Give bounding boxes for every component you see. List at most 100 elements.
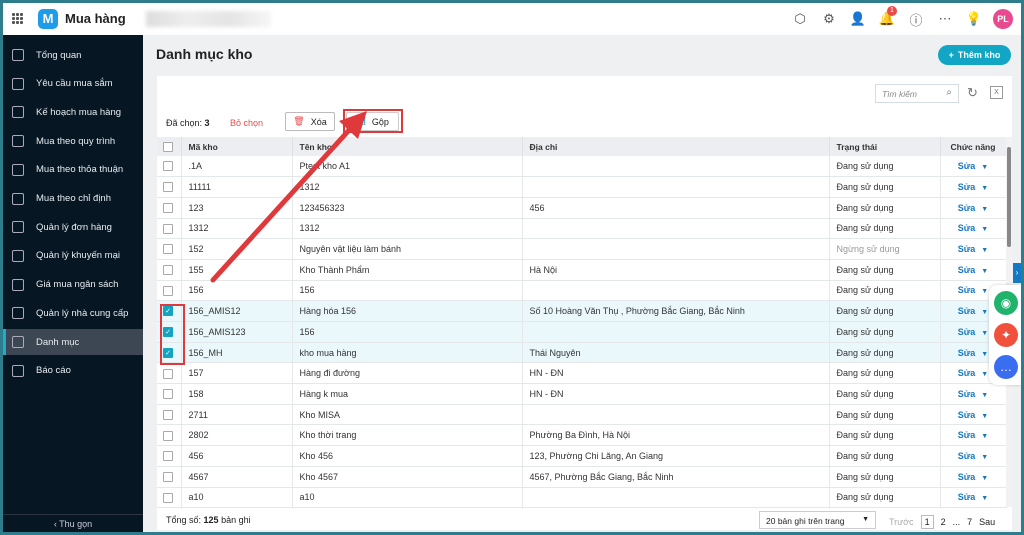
ai-sparkle-icon[interactable]: ✦: [994, 323, 1018, 347]
table-row[interactable]: 456 Kho 456 123, Phường Chi Lăng, An Gia…: [157, 445, 1007, 467]
more-icon[interactable]: ⋯: [935, 9, 955, 29]
chevron-down-icon: ▼: [981, 350, 989, 358]
prev-page[interactable]: Trước: [889, 517, 914, 527]
row-checkbox[interactable]: [157, 259, 182, 281]
col-name[interactable]: Tên kho: [292, 137, 523, 156]
menu-icon: [12, 307, 24, 320]
sidebar-item-1[interactable]: Yêu cầu mua sắm: [3, 71, 143, 97]
edit-action[interactable]: Sửa ▼: [940, 218, 1007, 240]
edit-action[interactable]: Sửa ▼: [940, 176, 1007, 198]
edit-action[interactable]: Sửa ▼: [940, 383, 1007, 405]
sidebar-item-6[interactable]: Quản lý đơn hàng: [3, 214, 143, 240]
edit-action[interactable]: Sửa ▼: [940, 487, 1007, 509]
sidebar-item-4[interactable]: Mua theo thỏa thuận: [3, 157, 143, 183]
help-icon[interactable]: ⓘ: [906, 9, 926, 29]
table-row[interactable]: ✓ 156_MH kho mua hàng Thái Nguyên Đang s…: [157, 342, 1007, 364]
table-row[interactable]: 156 156 Đang sử dụng Sửa ▼: [157, 280, 1007, 302]
excel-export-icon[interactable]: X: [990, 86, 1003, 99]
cell-address: [522, 487, 830, 509]
bell-icon[interactable]: 🔔 1: [877, 6, 897, 29]
row-checkbox[interactable]: [157, 466, 182, 488]
sidebar-item-2[interactable]: Kế hoạch mua hàng: [3, 99, 143, 125]
table-row[interactable]: 158 Hàng k mua HN - ĐN Đang sử dụng Sửa ▼: [157, 383, 1007, 405]
table-row[interactable]: 2802 Kho thời trang Phường Ba Đình, Hà N…: [157, 424, 1007, 447]
col-code[interactable]: Mã kho: [181, 137, 293, 156]
table-row[interactable]: ✓ 156_AMIS123 156 Đang sử dụng Sửa ▼: [157, 321, 1007, 343]
table-row[interactable]: ✓ 156_AMIS12 Hàng hóa 156 Số 10 Hoàng Vă…: [157, 300, 1007, 322]
sidebar-item-10[interactable]: Danh mục: [3, 329, 143, 355]
sidebar-item-5[interactable]: Mua theo chỉ định: [3, 186, 143, 212]
page-7[interactable]: 7: [967, 517, 972, 527]
table-row[interactable]: 4567 Kho 4567 4567, Phường Bắc Giang, Bắ…: [157, 466, 1007, 488]
table-row[interactable]: .1A Ptest kho A1 Đang sử dụng Sửa ▼: [157, 156, 1007, 178]
edit-action[interactable]: Sửa ▼: [940, 404, 1007, 426]
row-checkbox[interactable]: [157, 197, 182, 219]
sidebar-item-7[interactable]: Quản lý khuyến mại: [3, 243, 143, 269]
col-address[interactable]: Địa chỉ: [522, 137, 830, 156]
page-size-select[interactable]: 20 bản ghi trên trang ▼: [759, 511, 876, 529]
menu-icon: [12, 192, 24, 205]
table-row[interactable]: 157 Hàng đi đường HN - ĐN Đang sử dụng S…: [157, 362, 1007, 385]
sidebar-item-8[interactable]: Giá mua ngân sách: [3, 272, 143, 298]
ideas-icon[interactable]: 💡: [964, 9, 984, 29]
chat-icon[interactable]: …: [994, 355, 1018, 379]
delete-button[interactable]: 🗑 Xóa: [285, 112, 335, 131]
cell-name: Kho MISA: [292, 404, 523, 426]
edit-action[interactable]: Sửa ▼: [940, 238, 1007, 260]
add-warehouse-button[interactable]: + Thêm kho: [938, 45, 1011, 65]
row-checkbox[interactable]: [157, 176, 182, 198]
table-row[interactable]: 155 Kho Thành Phẩm Hà Nội Đang sử dụng S…: [157, 259, 1007, 281]
bot-icon[interactable]: ◉: [994, 291, 1018, 315]
cell-status: Đang sử dụng: [829, 424, 941, 447]
cell-status: Đang sử dụng: [829, 156, 941, 178]
edit-action[interactable]: Sửa ▼: [940, 466, 1007, 488]
package-search-icon[interactable]: ⬡: [790, 9, 810, 29]
apps-grid-icon[interactable]: [12, 13, 23, 24]
row-checkbox[interactable]: [157, 404, 182, 426]
sidebar-item-0[interactable]: Tổng quan: [3, 42, 143, 68]
edit-action[interactable]: Sửa ▼: [940, 156, 1007, 178]
chevron-down-icon: ▼: [981, 288, 989, 296]
table-row[interactable]: 123 123456323 456 Đang sử dụng Sửa ▼: [157, 197, 1007, 219]
collapse-button[interactable]: ‹ Thu gọn: [3, 514, 143, 532]
row-checkbox[interactable]: [157, 156, 182, 178]
table-row[interactable]: a10 a10 Đang sử dụng Sửa ▼: [157, 487, 1007, 509]
gear-icon[interactable]: ⚙: [819, 9, 839, 29]
search-input[interactable]: Tìm kiếm ⌕: [875, 84, 959, 103]
col-actions: Chức năng: [940, 137, 1007, 156]
cell-status: Đang sử dụng: [829, 466, 941, 488]
cell-address: [522, 280, 830, 302]
table-row[interactable]: 152 Nguyên vật liệu làm bánh Ngừng sử dụ…: [157, 238, 1007, 260]
edit-action[interactable]: Sửa ▼: [940, 445, 1007, 467]
edit-action[interactable]: Sửa ▼: [940, 197, 1007, 219]
row-checkbox[interactable]: [157, 487, 182, 509]
page-1[interactable]: 1: [920, 515, 934, 529]
row-checkbox[interactable]: [157, 218, 182, 240]
row-checkbox[interactable]: [157, 280, 182, 302]
sidebar-item-9[interactable]: Quản lý nhà cung cấp: [3, 300, 143, 326]
add-user-icon[interactable]: 👤: [848, 9, 868, 29]
sidebar-item-3[interactable]: Mua theo quy trình: [3, 128, 143, 154]
table-row[interactable]: 2711 Kho MISA Đang sử dụng Sửa ▼: [157, 404, 1007, 426]
row-checkbox[interactable]: [157, 238, 182, 260]
edit-action[interactable]: Sửa ▼: [940, 424, 1007, 447]
table-row[interactable]: 11111 1312 Đang sử dụng Sửa ▼: [157, 176, 1007, 198]
page-2[interactable]: 2: [941, 517, 946, 527]
unselect-link[interactable]: Bỏ chọn: [230, 118, 263, 128]
col-status[interactable]: Trạng thái: [829, 137, 941, 156]
row-checkbox[interactable]: [157, 383, 182, 405]
chevron-down-icon: ▼: [981, 226, 989, 234]
next-page[interactable]: Sau: [979, 517, 995, 527]
cell-code: 1312: [181, 218, 293, 240]
row-checkbox[interactable]: [157, 362, 182, 385]
refresh-icon[interactable]: ↻: [967, 85, 978, 101]
row-checkbox[interactable]: [157, 445, 182, 467]
select-all-checkbox[interactable]: [157, 137, 182, 156]
row-checkbox[interactable]: [157, 424, 182, 447]
edit-action[interactable]: Sửa ▼: [940, 259, 1007, 281]
avatar[interactable]: PL: [993, 9, 1013, 29]
expand-panel-tab[interactable]: ›: [1013, 263, 1021, 283]
table-row[interactable]: 1312 1312 Đang sử dụng Sửa ▼: [157, 218, 1007, 240]
page-title: Danh mục kho: [156, 46, 253, 62]
sidebar-item-11[interactable]: Báo cáo: [3, 358, 143, 384]
